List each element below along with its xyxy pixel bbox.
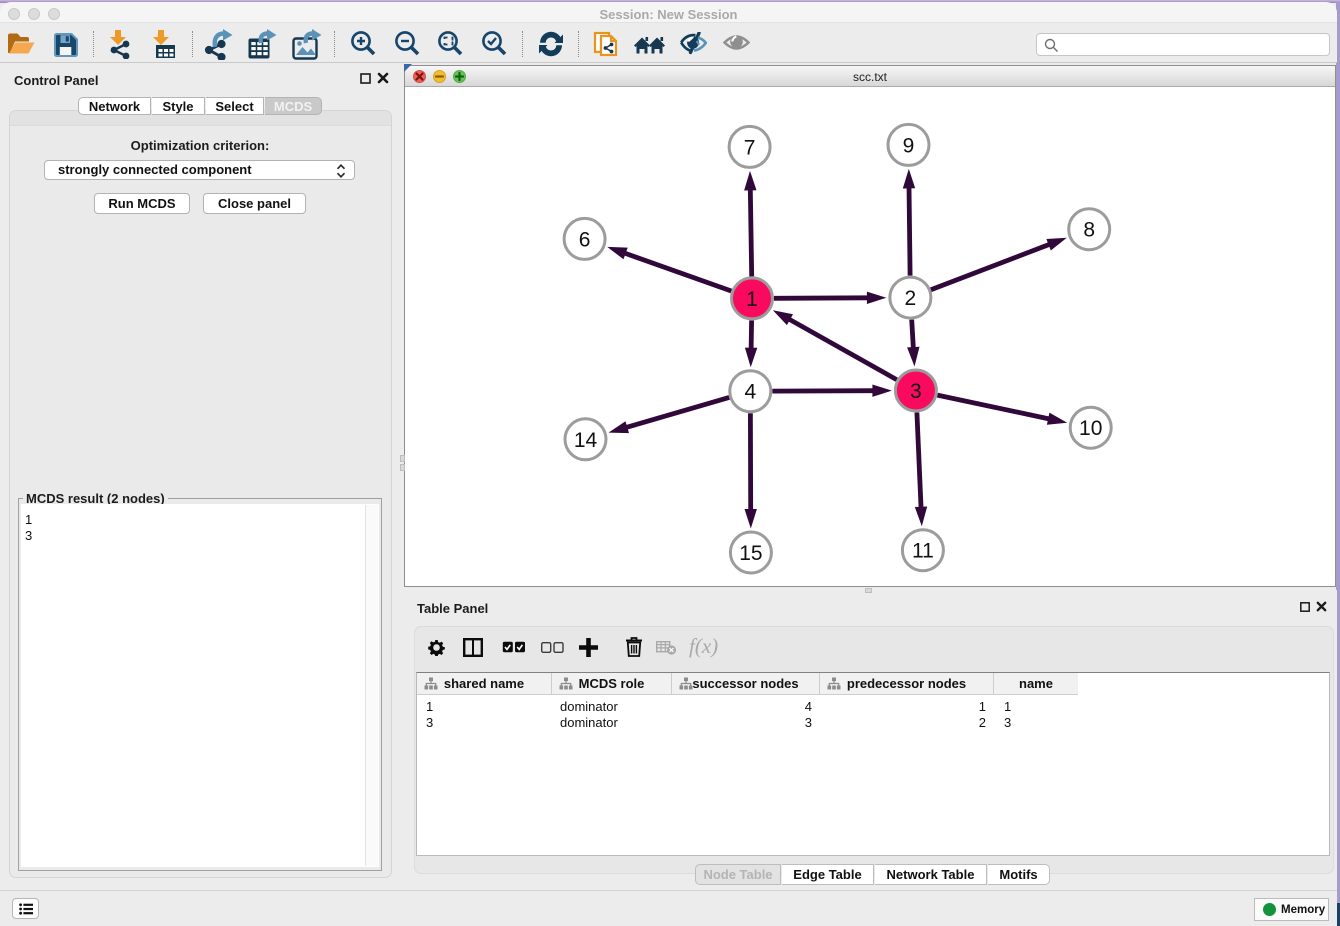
svg-text:6: 6	[579, 228, 591, 251]
svg-text:11: 11	[912, 540, 934, 563]
svg-text:1: 1	[746, 288, 758, 311]
svg-text:4: 4	[744, 381, 756, 404]
svg-text:7: 7	[744, 136, 756, 159]
svg-text:14: 14	[574, 429, 598, 452]
svg-text:2: 2	[905, 287, 917, 310]
svg-text:15: 15	[739, 542, 762, 565]
svg-text:9: 9	[903, 134, 915, 157]
svg-text:8: 8	[1083, 219, 1095, 242]
svg-text:10: 10	[1079, 417, 1102, 440]
svg-text:3: 3	[910, 380, 922, 403]
